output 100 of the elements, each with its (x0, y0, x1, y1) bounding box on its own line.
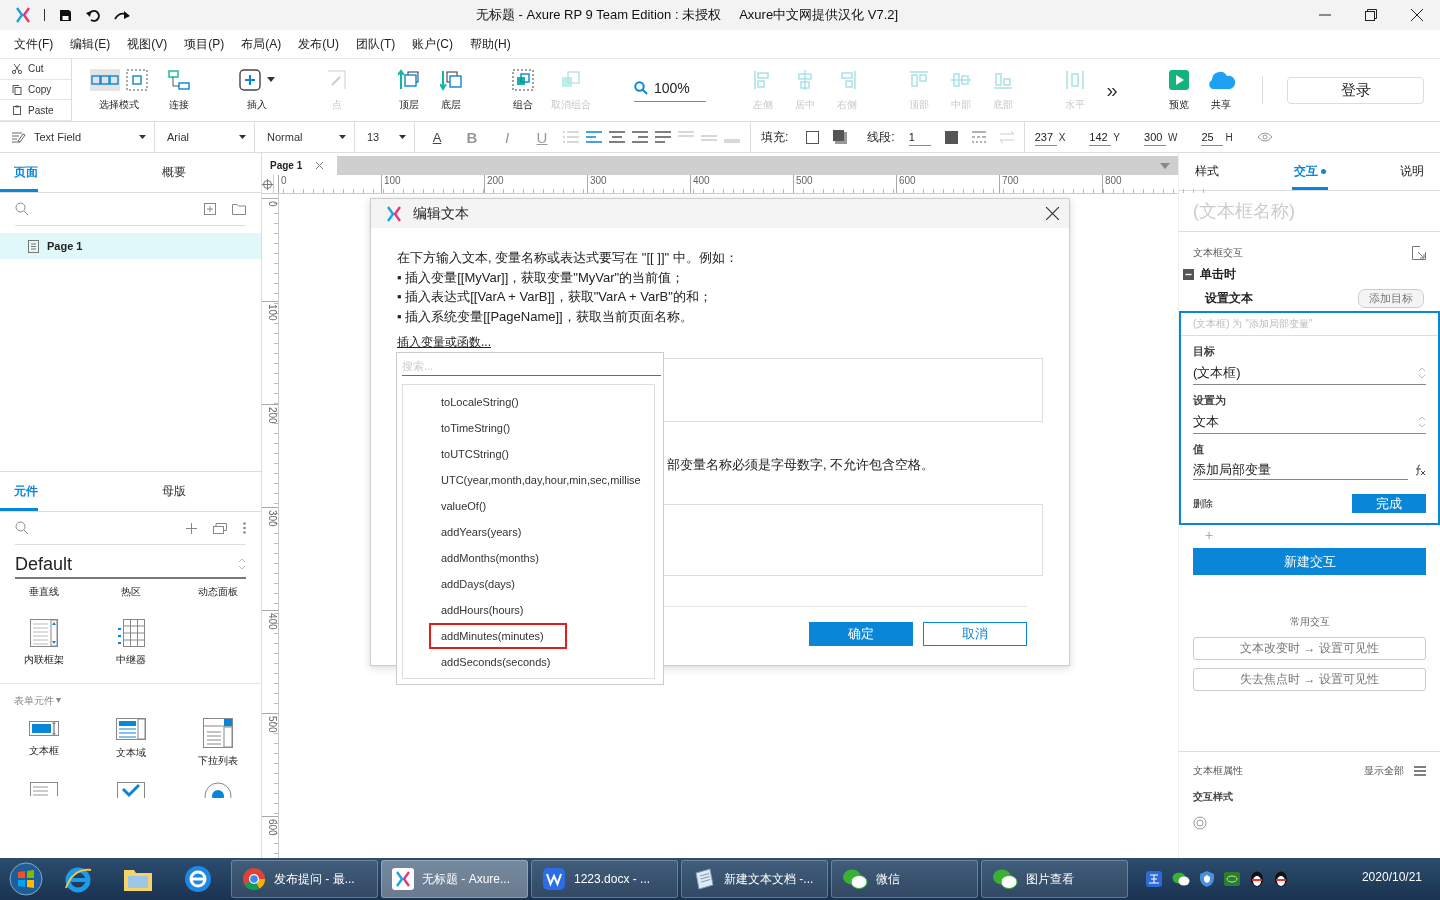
widget-item[interactable]: 下拉列表 (197, 718, 238, 768)
toolbar-button[interactable]: 预览 (1158, 68, 1200, 112)
panel-tab[interactable]: 说明 (1398, 156, 1426, 190)
collapse-toggle[interactable]: ▾ (56, 694, 62, 708)
caret-icon[interactable] (267, 77, 275, 82)
new-interaction-button[interactable]: 新建交互 (1193, 548, 1426, 575)
toolbar-button[interactable]: 连接 (158, 68, 200, 112)
select-field[interactable]: (文本框) (1193, 362, 1426, 385)
more-button[interactable]: » (1102, 78, 1122, 102)
taskbar-button[interactable]: 新建文本文档 -... (681, 860, 828, 898)
shadow-swatch[interactable] (833, 130, 848, 144)
section-label[interactable]: 表单元件 (14, 694, 54, 708)
collapse-icon[interactable] (1183, 269, 1194, 280)
align-right-icon[interactable] (632, 131, 648, 143)
toolbar-button[interactable]: 共享 (1200, 68, 1242, 112)
stroke-color-swatch[interactable] (944, 130, 958, 144)
function-item[interactable]: valueOf() (429, 493, 569, 519)
function-item[interactable]: toLocaleString() (429, 389, 569, 415)
done-button[interactable]: 完成 (1352, 494, 1426, 513)
eye-icon[interactable] (1256, 132, 1273, 142)
font-size-dropdown[interactable]: 13 (355, 122, 415, 152)
ime-icon[interactable] (1146, 871, 1162, 887)
function-item[interactable]: addMinutes(minutes) (429, 623, 567, 649)
close-icon[interactable] (1046, 207, 1059, 220)
chat-icon[interactable] (1172, 871, 1190, 887)
font-dropdown[interactable]: Arial (155, 122, 255, 152)
penguin-icon[interactable] (1274, 871, 1288, 887)
menu-item[interactable]: 布局(A) (241, 35, 282, 53)
group-icon[interactable] (512, 68, 534, 91)
function-item[interactable]: addYears(years) (429, 519, 569, 545)
style-dropdown[interactable]: Normal (255, 122, 355, 152)
dialog-button[interactable]: 取消 (923, 622, 1027, 646)
widget-item[interactable]: 内联框架 (23, 619, 64, 667)
geometry-field[interactable]: 25 (1201, 128, 1224, 146)
search-icon[interactable] (15, 521, 29, 535)
stroke-width-field[interactable]: 1 (908, 128, 931, 146)
toolbar-button[interactable]: 选择模式 (84, 68, 154, 112)
clipboard-button[interactable]: Paste (0, 100, 71, 121)
toolbar-button[interactable]: 顶层 (388, 68, 430, 112)
menu-item[interactable]: 视图(V) (127, 35, 168, 53)
select-field[interactable]: 文本 (1193, 411, 1426, 434)
function-item[interactable]: toUTCString() (429, 441, 569, 467)
value-field[interactable]: 添加局部变量 (1193, 460, 1408, 480)
show-all-button[interactable]: 显示全部 (1364, 764, 1426, 778)
menu-item[interactable]: 账户(C) (412, 35, 453, 53)
restore-icon[interactable] (1365, 9, 1377, 21)
gpu-icon[interactable] (1224, 872, 1240, 886)
align-left-icon[interactable] (586, 131, 602, 143)
widget-item[interactable]: 文本域 (115, 718, 146, 768)
menu-item[interactable]: 项目(P) (184, 35, 225, 53)
panel-tab[interactable]: 概要 (148, 156, 261, 192)
function-item[interactable]: UTC(year,month,day,hour,min,sec,millise (429, 467, 654, 493)
toolbar-button[interactable]: 底层 (430, 68, 472, 112)
function-item[interactable]: addDays(days) (429, 571, 569, 597)
event-row[interactable]: 单击时 (1179, 260, 1440, 283)
radio-icon[interactable] (1193, 816, 1207, 830)
save-icon[interactable] (59, 8, 72, 22)
zoom-dropdown[interactable]: 100% (634, 78, 706, 102)
close-icon[interactable] (1411, 9, 1423, 21)
menu-item[interactable]: 团队(T) (356, 35, 396, 53)
taskbar-button[interactable]: 1223.docx - ... (531, 860, 678, 898)
panel-tab[interactable]: 元件 (0, 475, 38, 511)
expand-icon[interactable] (1412, 246, 1426, 260)
align-center-icon[interactable] (609, 131, 625, 143)
add-page-icon[interactable] (204, 203, 216, 215)
function-item[interactable]: addMonths(months) (429, 545, 569, 571)
redo-icon[interactable] (114, 9, 130, 21)
login-button[interactable]: 登录 (1287, 76, 1424, 104)
select-mode-icon[interactable] (90, 68, 120, 91)
radio-icon[interactable] (203, 782, 232, 798)
widget-item[interactable]: 中继器 (115, 619, 146, 667)
taskbar-button[interactable]: 图片查看 (981, 860, 1128, 898)
justify-icon[interactable] (655, 131, 671, 143)
checkbox-icon[interactable] (116, 782, 145, 798)
suggestion-button[interactable]: 文本改变时 → 设置可见性 (1193, 637, 1426, 660)
insert-variable-link[interactable]: 插入变量或函数... (397, 334, 491, 351)
library-dropdown[interactable]: Default (15, 551, 246, 579)
geometry-field[interactable]: 237 (1034, 128, 1057, 146)
menu-item[interactable]: 编辑(E) (70, 35, 111, 53)
windows-icon[interactable] (213, 522, 227, 534)
menu-item[interactable]: 帮助(H) (470, 35, 511, 53)
add-target-button[interactable]: 添加目标 (1358, 289, 1424, 308)
undo-icon[interactable] (86, 8, 100, 22)
geometry-field[interactable]: 300 (1144, 128, 1167, 146)
widget-item[interactable]: 文本框 (28, 718, 59, 768)
list-box-icon[interactable] (29, 782, 58, 796)
delete-link[interactable]: 删除 (1193, 496, 1213, 511)
clipboard-button[interactable]: Copy (0, 79, 71, 101)
menu-item[interactable]: 发布(U) (298, 35, 339, 53)
widget-type-dropdown[interactable]: Text Field (0, 122, 155, 152)
page-item[interactable]: Page 1 (0, 233, 261, 259)
fill-color-swatch[interactable] (806, 130, 820, 144)
geometry-field[interactable]: 142 (1089, 128, 1112, 146)
browser-icon[interactable] (184, 865, 212, 893)
taskbar-button[interactable]: 无标题 - Axure... (381, 860, 528, 898)
dash-style-icon[interactable] (971, 131, 986, 143)
panel-tab[interactable]: 交互 (1291, 156, 1328, 190)
text-style-button[interactable]: A (423, 129, 451, 145)
bring-front-icon[interactable] (398, 68, 420, 91)
plus-icon[interactable] (186, 522, 197, 534)
